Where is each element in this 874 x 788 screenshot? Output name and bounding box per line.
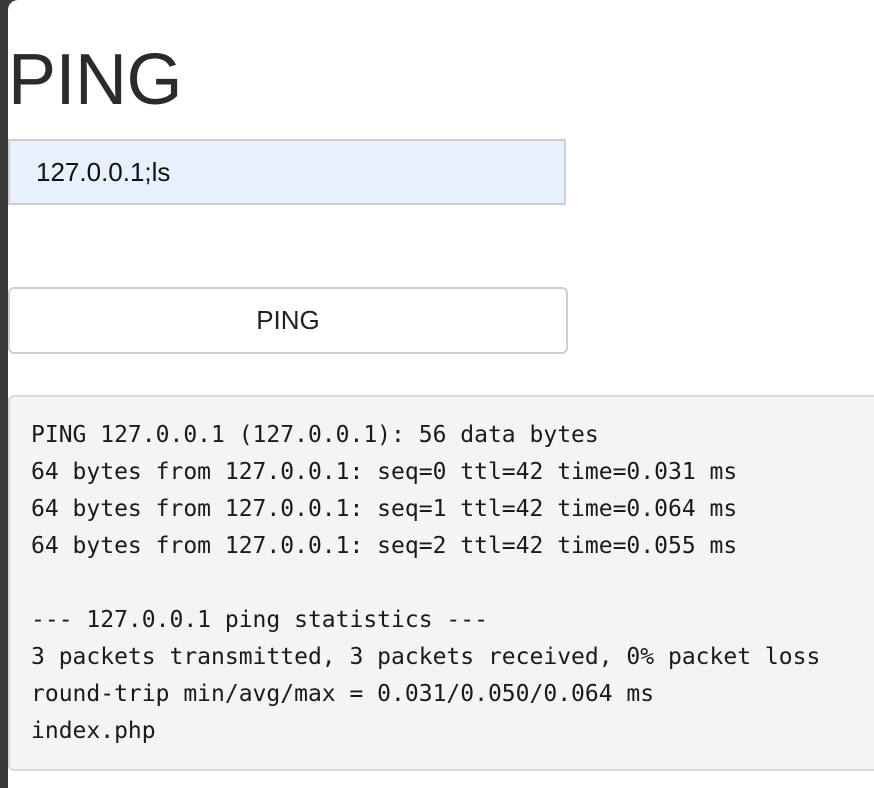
output-line: round-trip min/avg/max = 0.031/0.050/0.0…: [31, 681, 655, 707]
output-line: 3 packets transmitted, 3 packets receive…: [31, 644, 821, 670]
page: PING PING PING 127.0.0.1 (127.0.0.1): 56…: [8, 0, 874, 788]
output-line: --- 127.0.0.1 ping statistics ---: [31, 607, 488, 633]
ping-button[interactable]: PING: [8, 287, 568, 354]
output-line: 64 bytes from 127.0.0.1: seq=1 ttl=42 ti…: [31, 496, 738, 522]
ping-output: PING 127.0.0.1 (127.0.0.1): 56 data byte…: [8, 395, 874, 771]
output-line: 64 bytes from 127.0.0.1: seq=2 ttl=42 ti…: [31, 533, 738, 559]
output-line: 64 bytes from 127.0.0.1: seq=0 ttl=42 ti…: [31, 459, 738, 485]
output-line: index.php: [31, 718, 156, 744]
host-input[interactable]: [8, 139, 566, 205]
page-title: PING: [8, 40, 183, 120]
output-line: PING 127.0.0.1 (127.0.0.1): 56 data byte…: [31, 422, 599, 448]
